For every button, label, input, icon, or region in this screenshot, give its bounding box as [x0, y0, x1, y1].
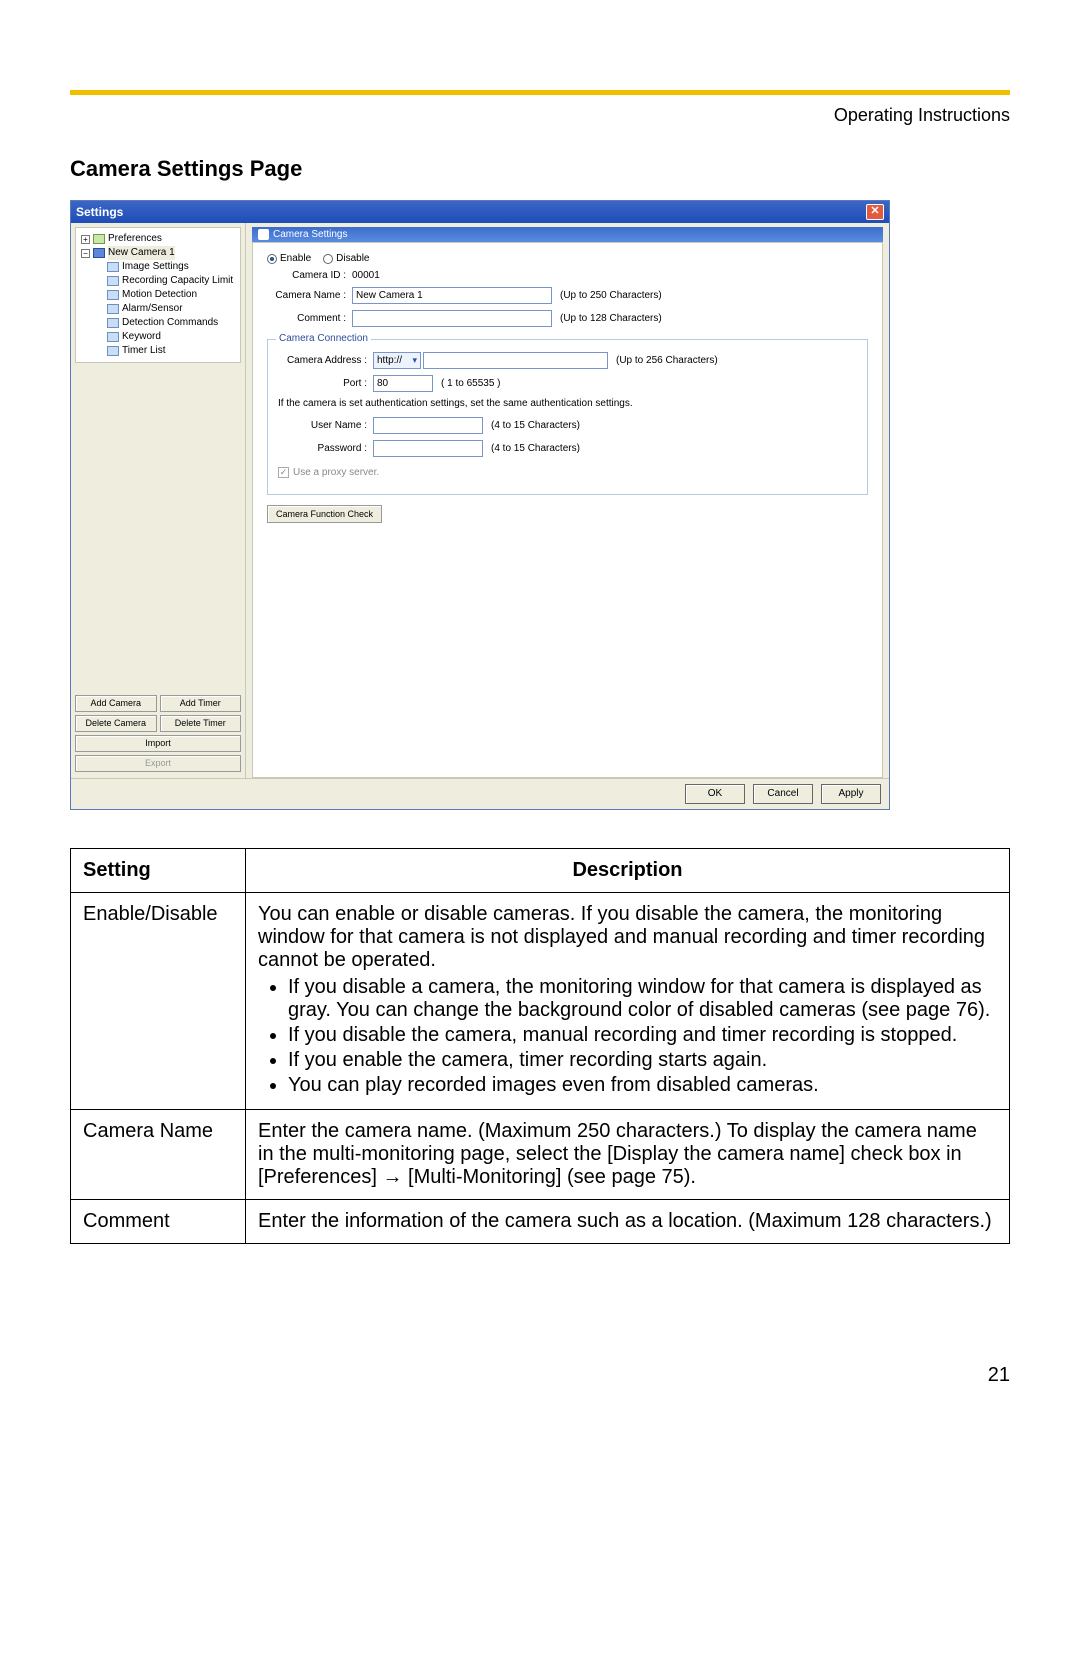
- page-icon: [107, 304, 119, 314]
- window-title: Settings: [76, 205, 123, 219]
- port-label: Port :: [278, 378, 373, 389]
- top-rule: [70, 90, 1010, 95]
- tree-expand-icon[interactable]: +: [81, 235, 90, 244]
- address-input[interactable]: [423, 352, 608, 369]
- page-icon: [107, 276, 119, 286]
- tree-collapse-icon[interactable]: −: [81, 249, 90, 258]
- tree-camera-node[interactable]: New Camera 1: [108, 246, 175, 260]
- tree-item[interactable]: Timer List: [122, 344, 166, 358]
- settings-description-table: Setting Description Enable/Disable You c…: [70, 848, 1010, 1244]
- enable-radio[interactable]: Enable: [267, 253, 311, 264]
- right-pane: Camera Settings Enable Disable Camera ID…: [246, 223, 889, 778]
- table-row: Enable/Disable You can enable or disable…: [71, 893, 1010, 1110]
- chevron-down-icon: ▾: [412, 355, 417, 366]
- apply-button[interactable]: Apply: [821, 784, 881, 804]
- delete-timer-button[interactable]: Delete Timer: [160, 715, 242, 732]
- password-input[interactable]: [373, 440, 483, 457]
- camera-icon: [258, 229, 269, 240]
- port-input[interactable]: [373, 375, 433, 392]
- proxy-checkbox: ✓ Use a proxy server.: [278, 467, 379, 478]
- username-hint: (4 to 15 Characters): [491, 420, 580, 431]
- section-title: Camera Settings Page: [70, 156, 1010, 182]
- camera-icon: [93, 248, 105, 258]
- setting-cell: Comment: [71, 1200, 246, 1244]
- comment-label: Comment :: [267, 313, 352, 324]
- page-icon: [107, 290, 119, 300]
- port-hint: ( 1 to 65535 ): [441, 378, 500, 389]
- comment-input[interactable]: [352, 310, 552, 327]
- tree-item[interactable]: Detection Commands: [122, 316, 218, 330]
- camera-connection-group: Camera Connection Camera Address : http:…: [267, 339, 868, 495]
- add-camera-button[interactable]: Add Camera: [75, 695, 157, 712]
- auth-note: If the camera is set authentication sett…: [278, 398, 857, 409]
- table-row: Comment Enter the information of the cam…: [71, 1200, 1010, 1244]
- left-pane: + Preferences − New Camera 1 Image Setting…: [71, 223, 246, 778]
- add-timer-button[interactable]: Add Timer: [160, 695, 242, 712]
- camera-settings-panel: Enable Disable Camera ID : 00001 Camera …: [252, 242, 883, 778]
- page-icon: [107, 318, 119, 328]
- camera-name-label: Camera Name :: [267, 290, 352, 301]
- page-icon: [107, 262, 119, 272]
- username-label: User Name :: [278, 420, 373, 431]
- import-button[interactable]: Import: [75, 735, 241, 752]
- page-number: 21: [70, 1364, 1010, 1387]
- camera-id-value: 00001: [352, 270, 380, 281]
- export-button: Export: [75, 755, 241, 772]
- description-cell: Enter the information of the camera such…: [246, 1200, 1010, 1244]
- close-icon[interactable]: ✕: [866, 204, 884, 220]
- camera-function-check-button[interactable]: Camera Function Check: [267, 505, 382, 523]
- tree-item[interactable]: Motion Detection: [122, 288, 197, 302]
- side-buttons: Add Camera Add Timer Delete Camera Delet…: [75, 695, 241, 772]
- nav-tree[interactable]: + Preferences − New Camera 1 Image Setting…: [75, 227, 241, 363]
- cancel-button[interactable]: Cancel: [753, 784, 813, 804]
- address-hint: (Up to 256 Characters): [616, 355, 718, 366]
- dialog-footer: OK Cancel Apply: [71, 778, 889, 809]
- address-label: Camera Address :: [278, 355, 373, 366]
- camera-id-label: Camera ID :: [267, 270, 352, 281]
- table-row: Camera Name Enter the camera name. (Maxi…: [71, 1110, 1010, 1200]
- folder-icon: [93, 234, 105, 244]
- tree-item[interactable]: Keyword: [122, 330, 161, 344]
- username-input[interactable]: [373, 417, 483, 434]
- window-titlebar: Settings ✕: [71, 201, 889, 223]
- protocol-select[interactable]: http:// ▾: [373, 352, 421, 369]
- col-setting: Setting: [71, 849, 246, 893]
- comment-hint: (Up to 128 Characters): [560, 313, 662, 324]
- delete-camera-button[interactable]: Delete Camera: [75, 715, 157, 732]
- camera-name-hint: (Up to 250 Characters): [560, 290, 662, 301]
- page-icon: [107, 332, 119, 342]
- camera-name-input[interactable]: [352, 287, 552, 304]
- tree-preferences[interactable]: Preferences: [108, 232, 162, 246]
- disable-radio[interactable]: Disable: [323, 253, 369, 264]
- password-hint: (4 to 15 Characters): [491, 443, 580, 454]
- setting-cell: Enable/Disable: [71, 893, 246, 1110]
- col-description: Description: [246, 849, 1010, 893]
- group-title: Camera Connection: [276, 333, 371, 344]
- tree-item[interactable]: Recording Capacity Limit: [122, 274, 233, 288]
- tree-item[interactable]: Alarm/Sensor: [122, 302, 183, 316]
- panel-title: Camera Settings: [252, 227, 883, 242]
- password-label: Password :: [278, 443, 373, 454]
- description-cell: You can enable or disable cameras. If yo…: [246, 893, 1010, 1110]
- settings-window: Settings ✕ + Preferences − New Camera 1 Im…: [70, 200, 890, 810]
- setting-cell: Camera Name: [71, 1110, 246, 1200]
- page-icon: [107, 346, 119, 356]
- description-cell: Enter the camera name. (Maximum 250 char…: [246, 1110, 1010, 1200]
- ok-button[interactable]: OK: [685, 784, 745, 804]
- tree-item[interactable]: Image Settings: [122, 260, 189, 274]
- doc-header: Operating Instructions: [70, 105, 1010, 126]
